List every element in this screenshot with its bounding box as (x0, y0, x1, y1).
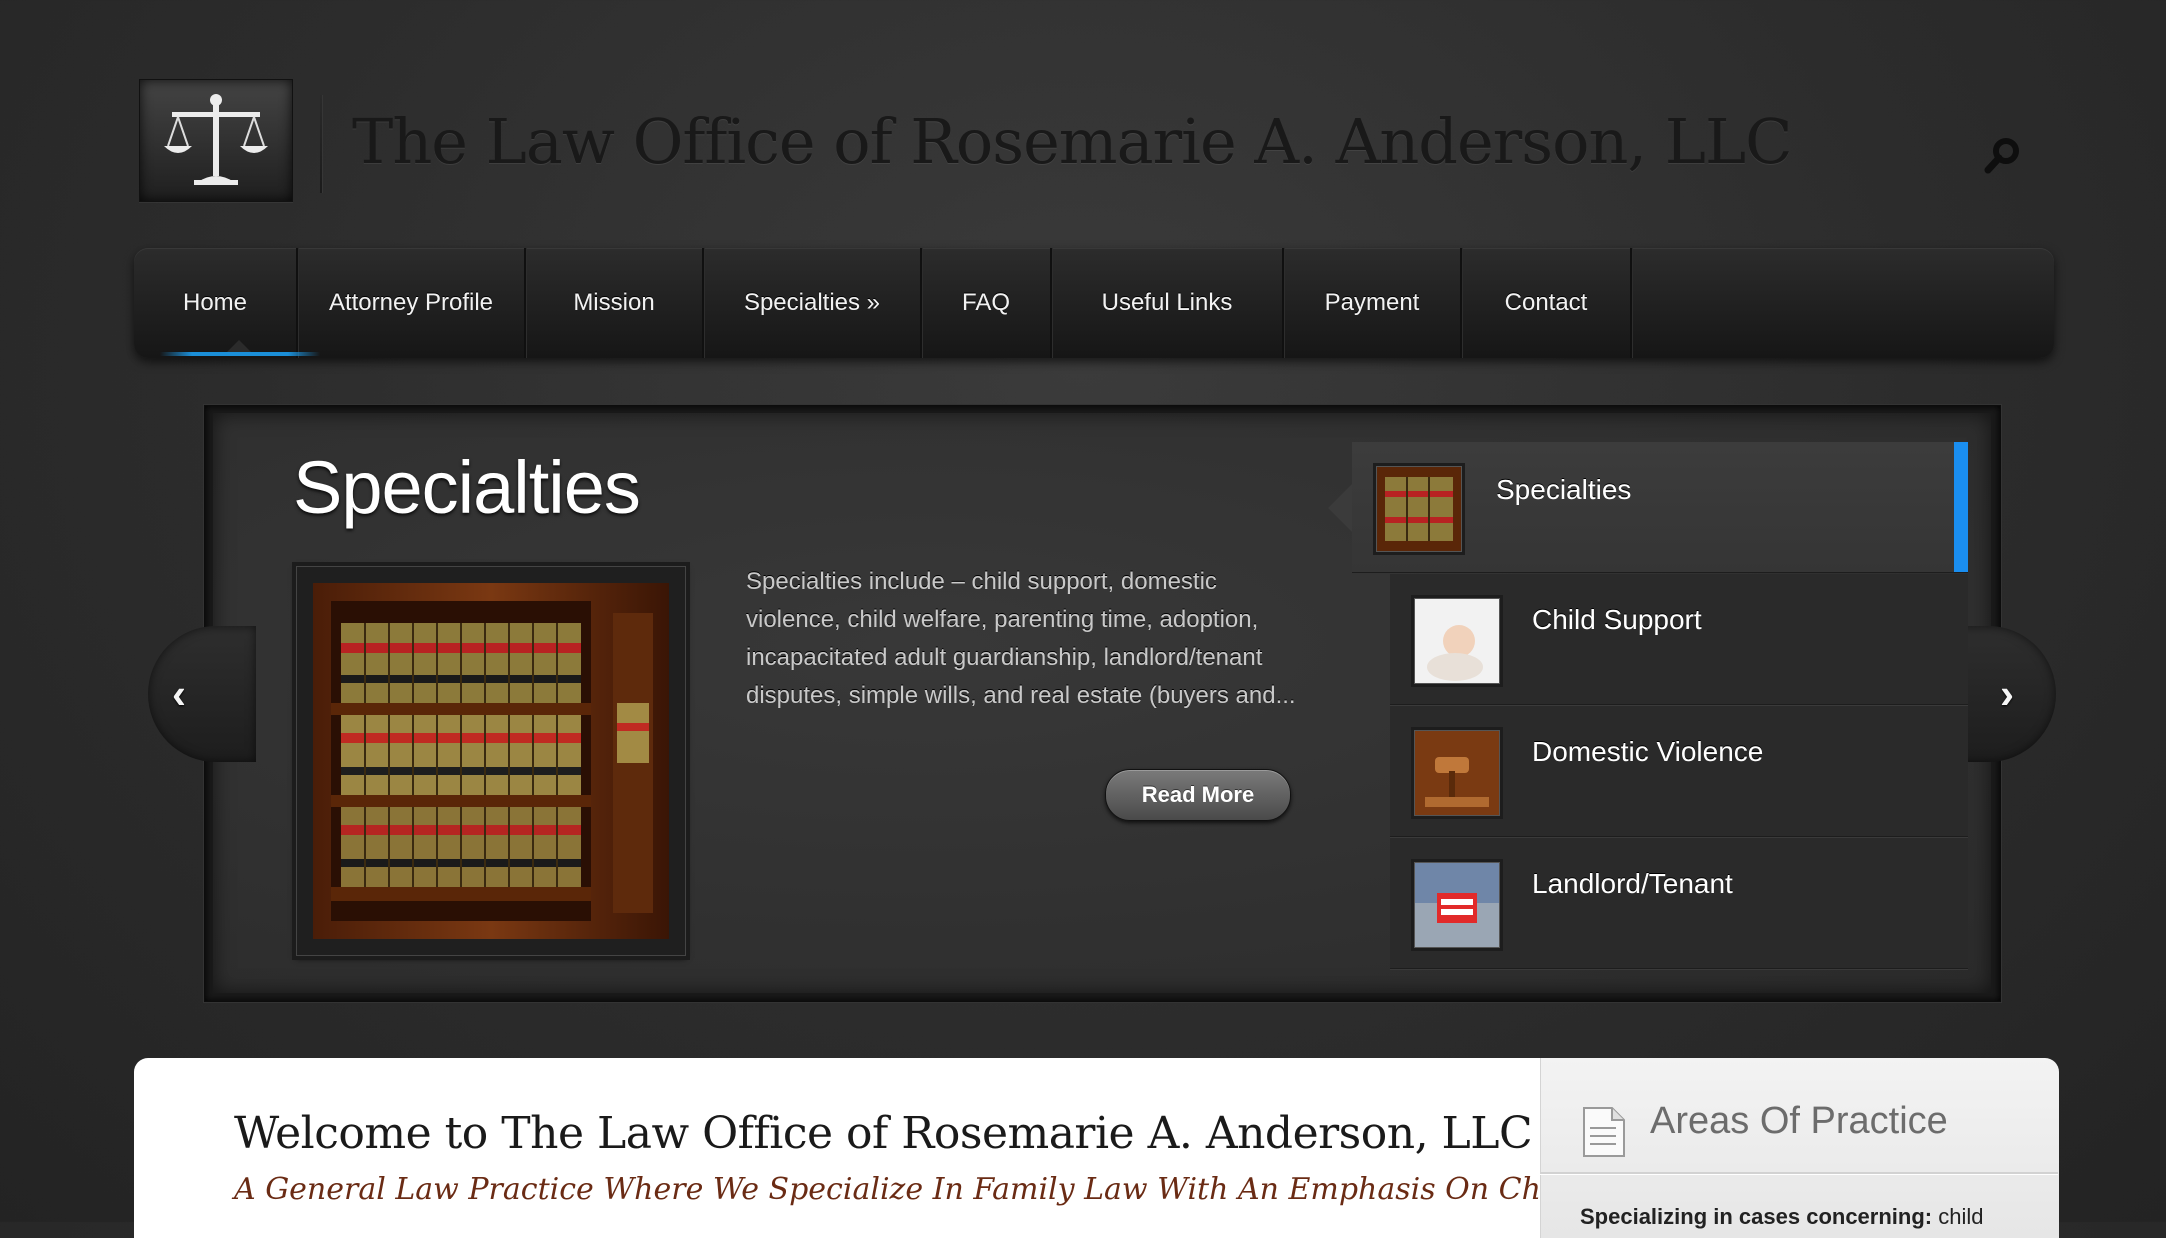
sidebar-text: Specializing in cases concerning: child (1580, 1204, 1983, 1230)
thumbnail-image (1414, 730, 1500, 816)
read-more-button[interactable]: Read More (1105, 769, 1291, 821)
sidebar-text-bold: Specializing in cases concerning: (1580, 1204, 1933, 1229)
slide-title[interactable]: Specialties (293, 445, 641, 530)
thumbnail-child-support[interactable]: Child Support (1390, 574, 1968, 705)
slide-image-bookshelf[interactable] (296, 566, 686, 956)
nav-useful-links[interactable]: Useful Links (1052, 248, 1284, 358)
site-title[interactable]: The Law Office of Rosemarie A. Anderson,… (352, 105, 1793, 178)
nav-mission[interactable]: Mission (526, 248, 704, 358)
thumbnail-domestic-violence[interactable]: Domestic Violence (1390, 706, 1968, 837)
bookshelf-image (313, 583, 669, 939)
search-button[interactable] (1982, 135, 2024, 177)
nav-faq[interactable]: FAQ (922, 248, 1052, 358)
sidebar-text-rest: child (1932, 1204, 1984, 1229)
slider-thumbnail-list: Child Support Domestic Violence Landlord… (1390, 574, 1968, 969)
nav-contact[interactable]: Contact (1462, 248, 1632, 358)
chevron-left-icon: ‹ (172, 670, 186, 717)
main-nav: Home Attorney Profile Mission Specialtie… (134, 248, 2054, 358)
nav-active-bar (160, 352, 320, 356)
search-icon (1984, 138, 2019, 174)
thumbnail-label: Child Support (1532, 604, 1702, 635)
site-logo[interactable] (139, 79, 293, 202)
scales-of-justice-icon (164, 94, 268, 185)
active-thumbnail-marker (1954, 442, 1968, 572)
nav-home[interactable]: Home (134, 248, 298, 358)
document-icon (1582, 1106, 1626, 1163)
chevron-right-icon: › (2000, 670, 2014, 717)
welcome-title: Welcome to The Law Office of Rosemarie A… (234, 1108, 1533, 1159)
slider-prev-button[interactable]: ‹ (148, 626, 256, 762)
slide-description: Specialties include – child support, dom… (746, 568, 1296, 709)
thumbnail-label: Domestic Violence (1532, 736, 1764, 767)
nav-payment[interactable]: Payment (1284, 248, 1462, 358)
nav-attorney-profile[interactable]: Attorney Profile (298, 248, 526, 358)
header-divider (320, 95, 322, 193)
sidebar-title: Areas Of Practice (1650, 1100, 1948, 1142)
thumbnail-label: Landlord/Tenant (1532, 868, 1733, 899)
active-thumbnail-pointer (1328, 484, 1352, 532)
thumbnail-image (1414, 598, 1500, 684)
welcome-subtitle: A General Law Practice Where We Speciali… (234, 1172, 1580, 1207)
thumbnail-image (1376, 466, 1462, 552)
thumbnail-label: Specialties (1496, 474, 1632, 505)
nav-specialties[interactable]: Specialties » (704, 248, 922, 358)
thumbnail-specialties[interactable]: Specialties (1328, 442, 1968, 573)
thumbnail-landlord-tenant[interactable]: Landlord/Tenant (1390, 838, 1968, 969)
sidebar-divider (1540, 1172, 2058, 1174)
thumbnail-image (1414, 862, 1500, 948)
